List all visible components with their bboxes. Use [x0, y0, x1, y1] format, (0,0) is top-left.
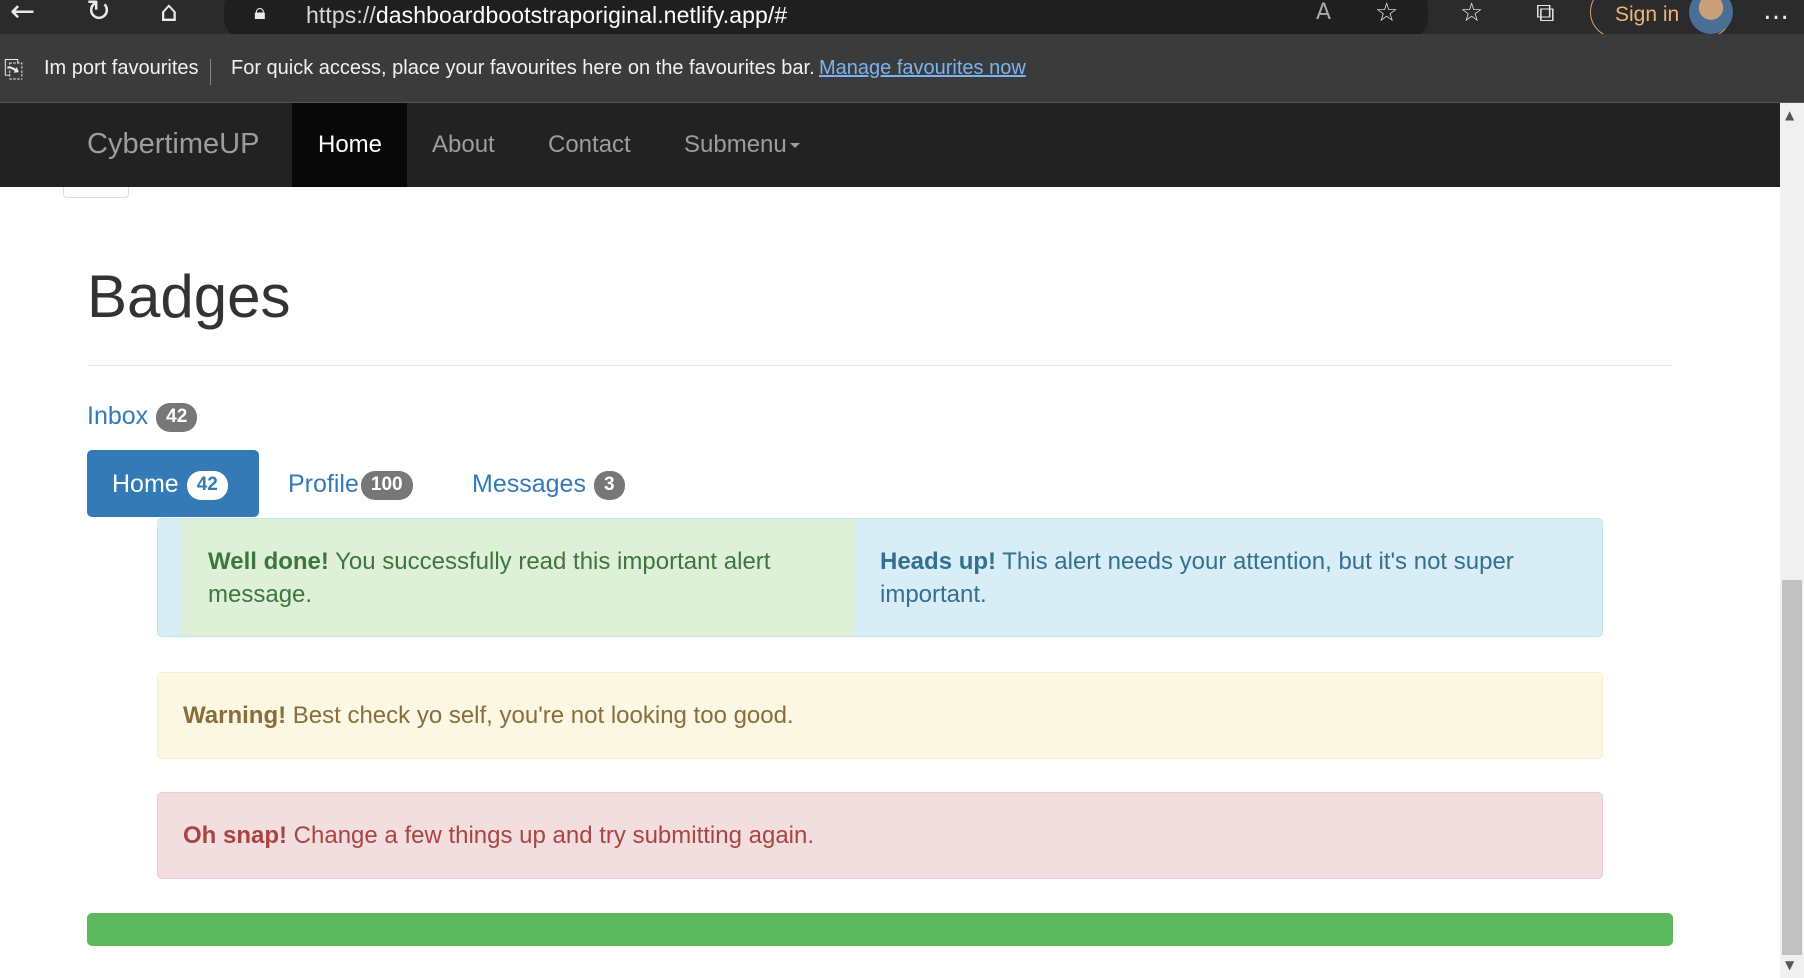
pill-home-text[interactable]: Home 42: [112, 470, 228, 500]
progress-bar: [87, 913, 1673, 946]
alert-warning-text: Warning! Best check yo self, you're not …: [183, 699, 794, 732]
scroll-up-icon[interactable]: ▲: [1785, 108, 1794, 122]
caret-down-icon: [789, 143, 800, 149]
scrollbar-thumb[interactable]: [1782, 580, 1802, 955]
alert-success-text: Well done! You successfully read this im…: [208, 545, 828, 611]
pill-messages[interactable]: Messages 3: [472, 470, 625, 500]
pill-messages-label: Messages: [472, 470, 586, 498]
pill-profile[interactable]: Profile 100: [288, 470, 413, 500]
alert-warning-strong: Warning!: [183, 702, 287, 729]
inbox-badge: 42: [156, 402, 198, 432]
alert-success-strong: Well done!: [208, 548, 329, 575]
navbar-brand[interactable]: CybertimeUP: [87, 128, 259, 161]
inbox-label: Inbox: [87, 402, 149, 430]
alert-info-strong: Heads up!: [880, 548, 997, 575]
favourites-divider: [210, 59, 211, 85]
alert-danger-text: Oh snap! Change a few things up and try …: [183, 819, 814, 852]
title-divider: [87, 365, 1673, 366]
scroll-down-icon[interactable]: ▼: [1785, 958, 1794, 972]
progress-fill: [87, 913, 1673, 946]
submenu-label: Submenu: [684, 131, 787, 158]
nav-item-about[interactable]: About: [432, 131, 495, 159]
home-icon[interactable]: ⌂: [160, 0, 178, 28]
page-title: Badges: [87, 263, 291, 330]
alert-warning-message: Best check yo self, you're not looking t…: [286, 702, 794, 729]
pill-home-label: Home: [112, 470, 179, 498]
alert-danger-message: Change a few things up and try submittin…: [287, 822, 815, 849]
pill-messages-badge: 3: [593, 470, 625, 500]
lock-icon: 🔒︎: [254, 0, 266, 25]
manage-favourites-link[interactable]: Manage favourites now: [819, 57, 1026, 80]
inbox-link[interactable]: Inbox 42: [87, 402, 198, 432]
import-favourites-link[interactable]: Im port favourites: [44, 57, 199, 80]
pill-profile-badge: 100: [360, 470, 413, 500]
pill-profile-label: Profile: [288, 470, 359, 498]
alert-danger-strong: Oh snap!: [183, 822, 288, 849]
pill-home-badge: 42: [186, 470, 228, 500]
back-icon[interactable]: ←: [10, 0, 35, 29]
collections-icon[interactable]: ⧉: [1536, 0, 1555, 29]
add-favourite-icon[interactable]: ☆: [1375, 0, 1398, 28]
alert-info-text: Heads up! This alert needs your attentio…: [880, 545, 1580, 611]
url-text[interactable]: https://dashboardbootstraporiginal.netli…: [306, 2, 787, 29]
favourites-message: For quick access, place your favourites …: [231, 57, 815, 79]
partial-element: [63, 187, 129, 198]
more-options-icon[interactable]: …: [1763, 0, 1789, 26]
import-favourites-icon[interactable]: ⎘: [4, 55, 23, 83]
sign-in-label: Sign in: [1615, 3, 1680, 26]
nav-item-contact[interactable]: Contact: [548, 131, 631, 159]
nav-item-home[interactable]: Home: [318, 131, 382, 159]
refresh-icon[interactable]: ↻: [86, 0, 111, 29]
nav-item-submenu[interactable]: Submenu: [684, 131, 800, 159]
navbar: [0, 103, 1780, 187]
favourites-icon[interactable]: ☆: [1460, 0, 1483, 28]
read-aloud-icon[interactable]: A: [1316, 0, 1331, 25]
